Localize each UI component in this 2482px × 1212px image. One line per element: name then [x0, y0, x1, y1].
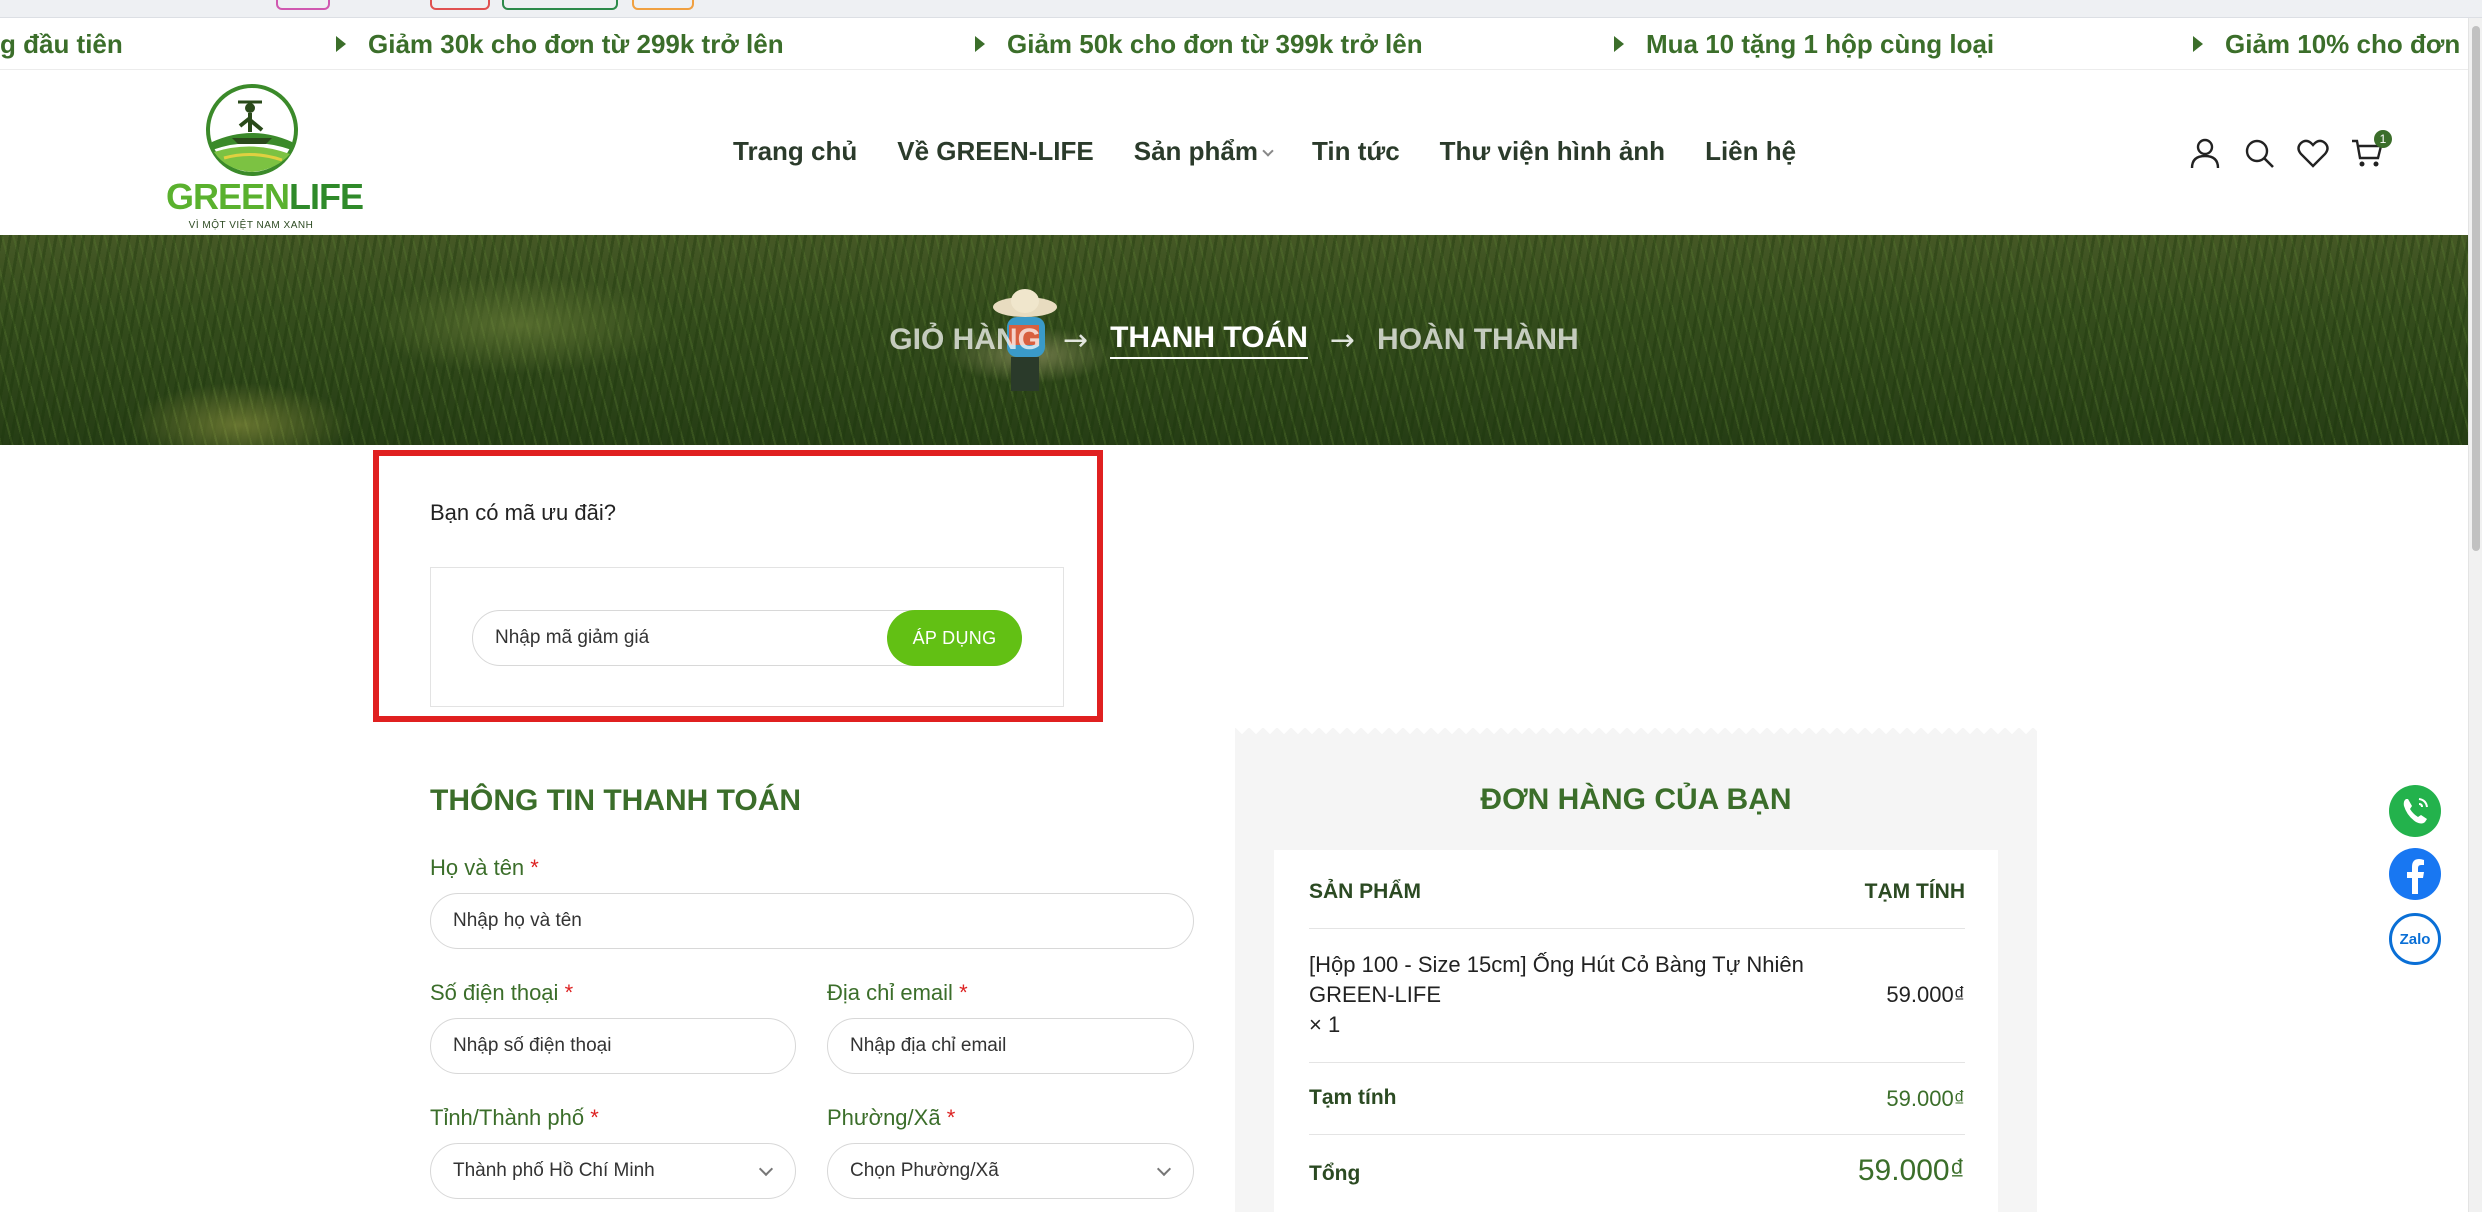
province-select[interactable]: Thành phố Hồ Chí Minh [430, 1143, 796, 1199]
checkout-steps: GIỎ HÀNG → THANH TOÁN → HOÀN THÀNH [0, 235, 2468, 445]
nav-item-products[interactable]: Sản phẩm [1134, 136, 1274, 167]
full-name-input[interactable]: Nhập họ và tên [430, 893, 1194, 949]
triangle-right-icon [2193, 36, 2203, 52]
step-checkout[interactable]: THANH TOÁN [1110, 321, 1308, 359]
billing-title: THÔNG TIN THANH TOÁN [430, 784, 802, 817]
chevron-down-icon [758, 1161, 774, 1177]
col-subtotal-header: TẠM TÍNH [1864, 880, 1965, 903]
header-actions: 1 [2188, 130, 2404, 170]
browser-bookmark-strip [0, 0, 2482, 18]
apply-coupon-button[interactable]: ÁP DỤNG [887, 610, 1022, 666]
step-complete: HOÀN THÀNH [1377, 323, 1579, 356]
subtotal-label: Tạm tính [1309, 1086, 1397, 1109]
chevron-down-icon [1262, 145, 1274, 157]
promo-item: Giảm 30k cho đơn từ 299k trở lên [336, 18, 784, 69]
phone-input[interactable]: Nhập số điện thoại [430, 1018, 796, 1074]
email-input[interactable]: Nhập địa chỉ email [827, 1018, 1194, 1074]
arrow-right-icon: → [1329, 322, 1356, 358]
total-value: 59.000₫ [1857, 1154, 1965, 1187]
nav-item-news[interactable]: Tin tức [1312, 136, 1400, 167]
promo-item: Giảm 10% cho đơn h [2193, 18, 2482, 69]
nav-item-gallery[interactable]: Thư viện hình ảnh [1440, 136, 1665, 167]
triangle-right-icon [975, 36, 985, 52]
promo-item: Giảm 50k cho đơn từ 399k trở lên [975, 18, 1423, 69]
greenlife-logo[interactable]: GREENLIFE VÌ MỘT VIỆT NAM XANH [166, 80, 364, 231]
hero-banner: GIỎ HÀNG → THANH TOÁN → HOÀN THÀNH [0, 235, 2468, 445]
logo-emblem-icon [206, 84, 298, 176]
phone-label: Số điện thoại * [430, 980, 574, 1005]
chevron-down-icon [1156, 1161, 1172, 1177]
coupon-question[interactable]: Bạn có mã ưu đãi? [430, 500, 616, 526]
full-name-label: Họ và tên * [430, 855, 539, 880]
total-label: Tổng [1309, 1162, 1361, 1185]
divider [1309, 1134, 1965, 1135]
scroll-thumb[interactable] [2472, 26, 2480, 551]
promo-item: Mua 10 tặng 1 hộp cùng loại [1614, 18, 1994, 69]
zalo-icon[interactable]: Zalo [2389, 913, 2441, 965]
product-name-line: [Hộp 100 - Size 15cm] Ống Hút Cỏ Bàng Tự… [1309, 952, 1804, 977]
arrow-right-icon: → [1062, 322, 1089, 358]
promo-marquee: g đầu tiên Giảm 30k cho đơn từ 299k trở … [0, 18, 2482, 70]
divider [1309, 1062, 1965, 1063]
step-cart[interactable]: GIỎ HÀNG [889, 323, 1041, 357]
ward-select[interactable]: Chọn Phường/Xã [827, 1143, 1194, 1199]
facebook-icon[interactable] [2389, 848, 2441, 900]
nav-item-contact[interactable]: Liên hệ [1705, 136, 1796, 167]
zalo-label: Zalo [2400, 931, 2431, 948]
page-scrollbar[interactable] [2468, 18, 2482, 1212]
nav-item-home[interactable]: Trang chủ [733, 136, 857, 167]
province-label: Tỉnh/Thành phố * [430, 1105, 599, 1130]
col-product-header: SẢN PHẨM [1309, 880, 1422, 903]
search-icon[interactable] [2242, 136, 2276, 170]
triangle-right-icon [336, 36, 346, 52]
cart-count-badge: 1 [2374, 130, 2392, 148]
phone-icon[interactable] [2389, 785, 2441, 837]
main-nav: Trang chủ Về GREEN-LIFE Sản phẩm Tin tức… [733, 136, 1836, 167]
product-brand-line: GREEN-LIFE [1309, 982, 1442, 1007]
divider [1309, 928, 1965, 929]
product-quantity: × 1 [1309, 1012, 1341, 1037]
heart-icon[interactable] [2296, 136, 2330, 170]
subtotal-value: 59.000₫ [1886, 1086, 1965, 1111]
logo-tagline: VÌ MỘT VIỆT NAM XANH [188, 220, 314, 231]
triangle-right-icon [1614, 36, 1624, 52]
product-price: 59.000₫ [1886, 982, 1965, 1007]
ward-label: Phường/Xã * [827, 1105, 956, 1130]
nav-item-about[interactable]: Về GREEN-LIFE [897, 136, 1093, 167]
order-product-name: [Hộp 100 - Size 15cm] Ống Hút Cỏ Bàng Tự… [1309, 950, 1829, 1040]
email-label: Địa chỉ email * [827, 980, 968, 1005]
cart-icon[interactable]: 1 [2350, 130, 2392, 170]
user-icon[interactable] [2188, 136, 2222, 170]
order-title: ĐƠN HÀNG CỦA BẠN [1480, 783, 1792, 816]
logo-wordmark: GREENLIFE [166, 176, 364, 217]
promo-item: g đầu tiên [0, 29, 123, 59]
site-header: GREENLIFE VÌ MỘT VIỆT NAM XANH Trang chủ… [0, 70, 2482, 235]
